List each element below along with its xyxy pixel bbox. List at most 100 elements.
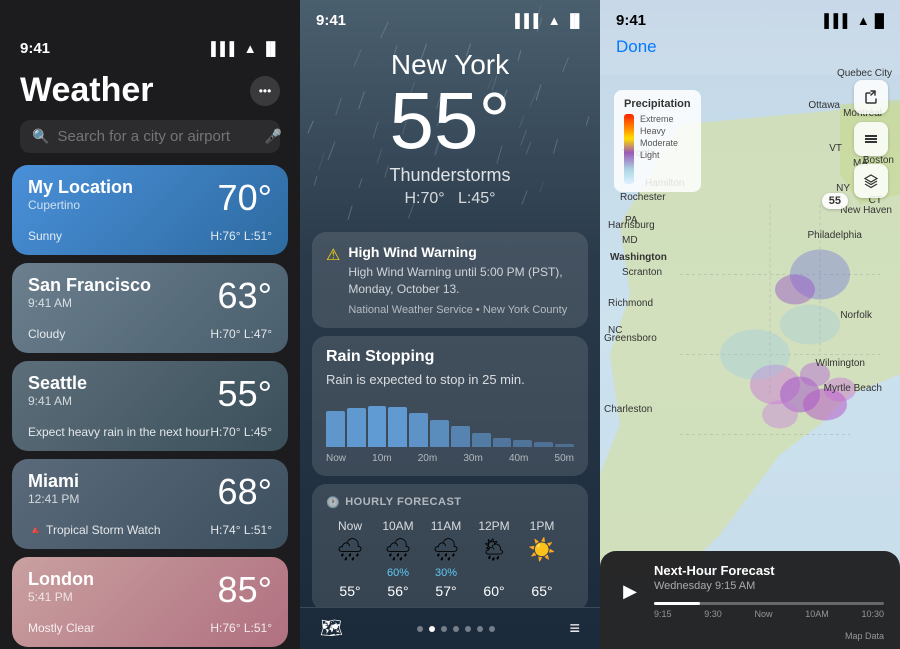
card-bottom: 🔺 Tropical Storm Watch H:74° L:51°	[28, 519, 272, 537]
card-condition: Sunny	[28, 229, 62, 243]
more-button[interactable]: •••	[250, 76, 280, 106]
map-battery-icon: █	[875, 13, 884, 28]
weather-card-san-francisco[interactable]: San Francisco 9:41 AM 63° Cloudy H:70° L…	[12, 263, 288, 353]
page-dot-0[interactable]	[417, 626, 423, 632]
page-dot-3[interactable]	[453, 626, 459, 632]
play-button[interactable]: ▶	[616, 577, 644, 605]
page-dot-5[interactable]	[477, 626, 483, 632]
card-hl: H:76° L:51°	[210, 621, 272, 635]
detail-hero: New York 55° Thunderstorms H:70° L:45°	[300, 29, 600, 224]
card-condition: Expect heavy rain in the next hour	[28, 425, 209, 439]
rain-bar-8	[493, 438, 512, 447]
weather-list-panel: 9:41 ▌▌▌ ▲ ▐▌ Weather ••• 🔍 🎤 My Locatio…	[0, 0, 300, 649]
hour-temp: 56°	[387, 583, 408, 599]
map-status-bar: 9:41 ▌▌▌ ▲ █	[600, 0, 900, 29]
timeline-label-10:30: 10:30	[861, 609, 884, 619]
rain-label-Now: Now	[326, 453, 346, 464]
hour-item-12PM: 12PM 🌦 -- 60°	[470, 519, 518, 599]
city-label-philadelphia: Philadelphia	[808, 230, 863, 241]
card-top: San Francisco 9:41 AM 63°	[28, 275, 272, 317]
hour-temp: 55°	[339, 583, 360, 599]
list-toolbar-btn[interactable]: ≡	[569, 618, 580, 639]
detail-battery-icon: ▐▌	[566, 13, 584, 28]
page-dot-6[interactable]	[489, 626, 495, 632]
city-label-scranton: Scranton	[622, 267, 662, 278]
rain-stop-text: Rain is expected to stop in 25 min.	[326, 372, 574, 387]
mic-icon[interactable]: 🎤	[264, 128, 281, 145]
hour-label: 10AM	[382, 519, 413, 533]
card-condition-wrap: Mostly Clear	[28, 621, 95, 635]
map-wifi-icon: ▲	[857, 13, 870, 28]
page-dot-4[interactable]	[465, 626, 471, 632]
city-label-rochester: Rochester	[620, 192, 666, 203]
detail-status-icons: ▌▌▌ ▲ ▐▌	[515, 13, 584, 28]
rain-chart-labels: Now10m20m30m40m50m	[326, 453, 574, 464]
timeline-container: Next-Hour Forecast Wednesday 9:15 AM 9:1…	[654, 563, 884, 619]
hourly-scroll[interactable]: Now 🌧 -- 55° 10AM 🌧 60% 56° 11AM 🌧 30% 5…	[326, 519, 574, 599]
rain-label-20m: 20m	[418, 453, 437, 464]
hour-label: Now	[338, 519, 362, 533]
weather-card-miami[interactable]: Miami 12:41 PM 68° 🔺 Tropical Storm Watc…	[12, 459, 288, 549]
timeline-label-Now: Now	[755, 609, 773, 619]
warning-text: High Wind Warning until 5:00 PM (PST), M…	[348, 264, 574, 298]
map-toolbar-btn[interactable]: 🗺	[320, 618, 343, 639]
precipitation-legend: Precipitation Extreme Heavy Moderate Lig…	[614, 90, 701, 192]
card-left: Miami 12:41 PM	[28, 471, 79, 506]
weather-card-my-location[interactable]: My Location Cupertino 70° Sunny H:76° L:…	[12, 165, 288, 255]
weather-detail-panel: 9:41 ▌▌▌ ▲ ▐▌ New York 55° Thunderstorms…	[300, 0, 600, 649]
search-input[interactable]	[57, 128, 256, 145]
card-condition-wrap: Expect heavy rain in the next hour	[28, 425, 209, 439]
rain-bar-2	[368, 406, 387, 447]
weather-card-london[interactable]: London 5:41 PM 85° Mostly Clear H:76° L:…	[12, 557, 288, 647]
card-hl: H:76° L:51°	[210, 229, 272, 243]
rain-label-50m: 50m	[555, 453, 574, 464]
city-label-charleston: Charleston	[604, 404, 652, 415]
rain-bar-11	[555, 444, 574, 446]
card-temp: 68°	[218, 471, 272, 513]
next-hour-subtitle: Wednesday 9:15 AM	[654, 580, 884, 592]
clock-icon: 🕐	[326, 496, 340, 509]
hour-item-10AM: 10AM 🌧 60% 56°	[374, 519, 422, 599]
signal-icon: ▌▌▌	[211, 41, 239, 56]
detail-condition: Thunderstorms	[316, 165, 584, 186]
rain-stop-card: Rain Stopping Rain is expected to stop i…	[312, 336, 588, 476]
hour-temp: 60°	[483, 583, 504, 599]
card-city: London	[28, 569, 94, 590]
card-city: Seattle	[28, 373, 87, 394]
page-dot-1[interactable]	[429, 626, 435, 632]
rain-bar-4	[409, 413, 428, 447]
city-label-richmond: Richmond	[608, 298, 653, 309]
status-icons: ▌▌▌ ▲ ▐▌	[211, 41, 280, 56]
map-status-time: 9:41	[616, 12, 646, 29]
legend-label-light: Light	[640, 150, 678, 160]
timeline-label-9:30: 9:30	[704, 609, 722, 619]
legend-labels: Extreme Heavy Moderate Light	[640, 114, 678, 160]
battery-icon: ▐▌	[262, 41, 280, 56]
legend-label-heavy: Heavy	[640, 126, 678, 136]
state-label-vt: VT	[829, 143, 842, 154]
card-temp: 70°	[218, 177, 272, 219]
city-label-quebec: Quebec City	[837, 68, 892, 79]
map-tool-icons	[854, 80, 888, 198]
share-tool-btn[interactable]	[854, 80, 888, 114]
weather-card-seattle[interactable]: Seattle 9:41 AM 55° Expect heavy rain in…	[12, 361, 288, 451]
detail-temperature: 55°	[316, 81, 584, 161]
layers-tool-btn[interactable]	[854, 164, 888, 198]
search-icon: 🔍	[32, 128, 49, 145]
legend-label-extreme: Extreme	[640, 114, 678, 124]
card-subtitle: 9:41 AM	[28, 394, 87, 408]
map-done-button[interactable]: Done	[616, 37, 657, 57]
hour-label: 11AM	[431, 519, 461, 533]
card-condition-wrap: Cloudy	[28, 327, 65, 341]
legend-title: Precipitation	[624, 98, 691, 110]
city-label-greensboro: Greensboro	[604, 333, 657, 344]
list-tool-btn[interactable]	[854, 122, 888, 156]
search-bar[interactable]: 🔍 🎤	[20, 120, 280, 153]
card-condition-wrap: 🔺 Tropical Storm Watch	[28, 523, 161, 537]
card-left: Seattle 9:41 AM	[28, 373, 87, 408]
warning-icon: ⚠	[326, 245, 340, 265]
card-left: My Location Cupertino	[28, 177, 133, 212]
page-dot-2[interactable]	[441, 626, 447, 632]
timeline-bar[interactable]	[654, 602, 884, 605]
card-city: Miami	[28, 471, 79, 492]
